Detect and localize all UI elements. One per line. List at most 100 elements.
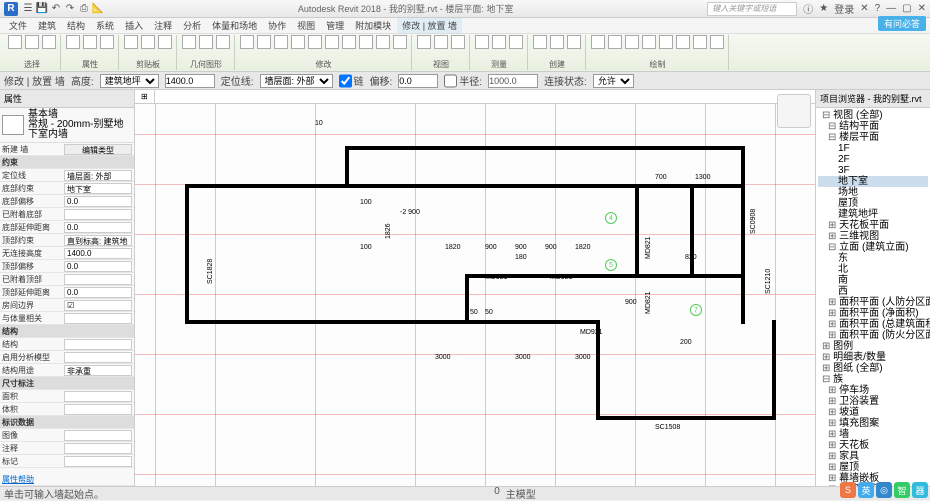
ribbon-btn[interactable]	[257, 35, 271, 49]
prop-value[interactable]: 0.0	[64, 196, 132, 207]
menu-3[interactable]: 系统	[91, 18, 119, 33]
locline-select[interactable]: 墙层面: 外部	[260, 74, 333, 88]
ribbon-btn[interactable]	[434, 35, 448, 49]
ribbon-btn[interactable]	[693, 35, 707, 49]
tree-item[interactable]: 西	[818, 286, 928, 297]
menu-8[interactable]: 协作	[263, 18, 291, 33]
prop-value[interactable]: 0.0	[64, 261, 132, 272]
ribbon-btn[interactable]	[591, 35, 605, 49]
prop-value[interactable]	[64, 339, 132, 350]
ribbon-btn[interactable]	[475, 35, 489, 49]
maximize-icon[interactable]: ▢	[902, 3, 911, 14]
ribbon-btn[interactable]	[240, 35, 254, 49]
ribbon-btn[interactable]	[274, 35, 288, 49]
login-button[interactable]: 登录	[834, 1, 854, 16]
edit-type-button[interactable]: 编辑类型	[64, 144, 132, 155]
ribbon-btn[interactable]	[417, 35, 431, 49]
view-tab-active[interactable]: ⊞	[135, 90, 155, 103]
tree-item[interactable]: 建筑地坪	[818, 209, 928, 220]
tree-item[interactable]: 屋顶	[818, 462, 928, 473]
tree-item[interactable]: 东	[818, 253, 928, 264]
tray-icon-1[interactable]: S	[840, 482, 856, 498]
tree-item[interactable]: 结构平面	[818, 121, 928, 132]
ribbon-btn[interactable]	[567, 35, 581, 49]
properties-help[interactable]: 属性帮助	[2, 474, 64, 485]
tree-item[interactable]: 墙	[818, 429, 928, 440]
prop-value[interactable]	[64, 352, 132, 363]
ribbon-btn[interactable]	[492, 35, 506, 49]
ribbon-btn[interactable]	[8, 35, 22, 49]
tree-item[interactable]: 图例	[818, 341, 928, 352]
prop-value[interactable]: ☑	[64, 300, 132, 311]
menu-6[interactable]: 分析	[178, 18, 206, 33]
ribbon-btn[interactable]	[66, 35, 80, 49]
ribbon-btn[interactable]	[359, 35, 373, 49]
help-me-button[interactable]: 有问必答	[878, 16, 926, 31]
ribbon-btn[interactable]	[608, 35, 622, 49]
radius-input[interactable]	[488, 74, 538, 88]
tree-item[interactable]: 面积平面 (净面积)	[818, 308, 928, 319]
tree-item[interactable]: 天花板	[818, 440, 928, 451]
prop-value[interactable]	[64, 209, 132, 220]
ribbon-btn[interactable]	[83, 35, 97, 49]
offset-input[interactable]	[398, 74, 438, 88]
qat-redo-icon[interactable]: ↷	[64, 3, 76, 15]
chain-checkbox[interactable]	[339, 74, 352, 88]
tree-item[interactable]: 三维视图	[818, 231, 928, 242]
tree-item[interactable]: 族	[818, 374, 928, 385]
tray-icon-3[interactable]: ◎	[876, 482, 892, 498]
star-icon[interactable]: ★	[819, 3, 828, 14]
ribbon-btn[interactable]	[308, 35, 322, 49]
prop-value[interactable]: 直到标高: 建筑地坪	[64, 235, 132, 246]
ribbon-btn[interactable]	[451, 35, 465, 49]
radius-checkbox[interactable]	[444, 74, 457, 88]
menu-2[interactable]: 结构	[62, 18, 90, 33]
tree-item[interactable]: 坡道	[818, 407, 928, 418]
menu-5[interactable]: 注释	[149, 18, 177, 33]
prop-value[interactable]: 地下室	[64, 183, 132, 194]
menu-12[interactable]: 修改 | 放置 墙	[397, 18, 462, 33]
tree-item[interactable]: 2F	[818, 154, 928, 165]
tree-item[interactable]: 楼层平面	[818, 132, 928, 143]
tree-item[interactable]: 填充图案	[818, 418, 928, 429]
menu-11[interactable]: 附加模块	[350, 18, 396, 33]
tree-item[interactable]: 1F	[818, 143, 928, 154]
prop-value[interactable]	[64, 443, 132, 454]
help-icon[interactable]: ?	[875, 3, 881, 14]
tree-item[interactable]: 北	[818, 264, 928, 275]
grid-bubble[interactable]: 4	[605, 212, 617, 224]
ribbon-btn[interactable]	[158, 35, 172, 49]
ribbon-btn[interactable]	[376, 35, 390, 49]
qat-measure-icon[interactable]: 📐	[92, 3, 104, 15]
search-input[interactable]: 键入关键字或短语	[707, 2, 797, 16]
close-icon[interactable]: ✕	[918, 3, 926, 14]
tree-item[interactable]: 视图 (全部)	[818, 110, 928, 121]
prop-value[interactable]	[64, 456, 132, 467]
ribbon-btn[interactable]	[342, 35, 356, 49]
tree-item[interactable]: 面积平面 (人防分区面积)	[818, 297, 928, 308]
ribbon-btn[interactable]	[124, 35, 138, 49]
ribbon-btn[interactable]	[25, 35, 39, 49]
ribbon-btn[interactable]	[509, 35, 523, 49]
ribbon-btn[interactable]	[710, 35, 724, 49]
ribbon-btn[interactable]	[182, 35, 196, 49]
ribbon-btn[interactable]	[625, 35, 639, 49]
ribbon-btn[interactable]	[550, 35, 564, 49]
prop-value[interactable]	[64, 274, 132, 285]
menu-1[interactable]: 建筑	[33, 18, 61, 33]
properties-tab[interactable]: 属性	[0, 90, 134, 108]
prop-value[interactable]	[64, 430, 132, 441]
tree-item[interactable]: 场地	[818, 187, 928, 198]
ribbon-btn[interactable]	[291, 35, 305, 49]
qat-undo-icon[interactable]: ↶	[50, 3, 62, 15]
grid-bubble[interactable]: 5	[605, 259, 617, 271]
qat-open-icon[interactable]: ☰	[22, 3, 34, 15]
prop-value[interactable]	[64, 391, 132, 402]
prop-value[interactable]	[64, 404, 132, 415]
ribbon-btn[interactable]	[642, 35, 656, 49]
tree-item[interactable]: 天花板平面	[818, 220, 928, 231]
qat-save-icon[interactable]: 💾	[36, 3, 48, 15]
ribbon-btn[interactable]	[42, 35, 56, 49]
ribbon-btn[interactable]	[141, 35, 155, 49]
drawing-canvas[interactable]: ⊞ -2 90070013001820900900900182018082090…	[135, 90, 815, 486]
